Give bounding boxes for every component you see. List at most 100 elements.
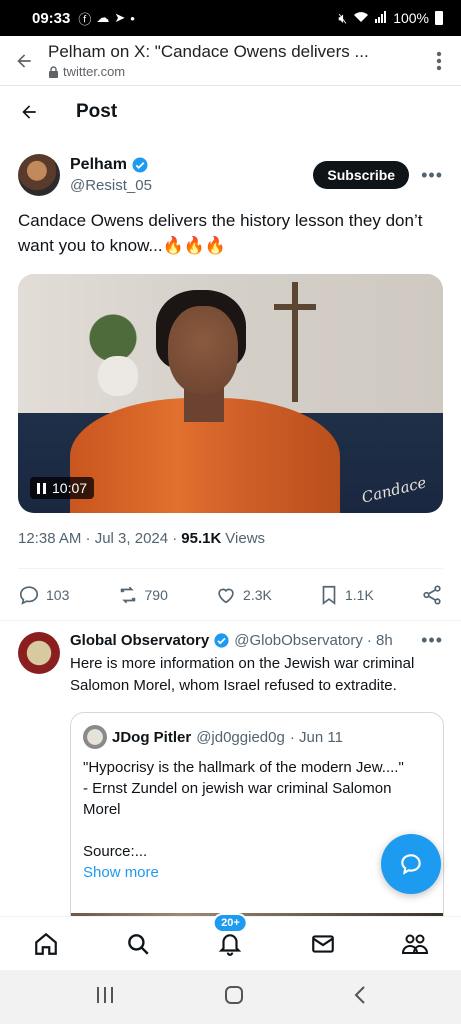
tweet-meta: 12:38 AM · Jul 3, 2024 · 95.1K Views [18,530,443,547]
share-icon [423,585,441,605]
repost-count: 790 [144,587,168,603]
reply-button[interactable]: 103 [18,584,69,606]
share-button[interactable] [421,584,443,606]
reply-time: · 8h [366,632,393,649]
pause-icon [37,482,46,494]
tweet-timestamp[interactable]: 12:38 AM · Jul 3, 2024 · [18,530,177,547]
home-icon [35,932,57,955]
cloud-icon: ☁ [96,10,110,25]
video-person-face [168,306,238,394]
avatar[interactable] [18,632,60,674]
reply-tweet[interactable]: Global Observatory @GlobObservatory · 8h… [18,630,443,697]
status-right: 🔇︎ 100% [338,10,443,27]
facebook-icon: ⓕ [78,11,92,27]
repost-button[interactable]: 790 [117,584,168,606]
chevron-left-icon [354,985,365,1004]
reply-count: 103 [46,587,70,603]
browser-title: Pelham on X: "Candace Owens delivers ... [48,42,369,61]
people-icon [401,934,428,954]
nav-search[interactable] [113,931,163,957]
browser-titles[interactable]: Pelham on X: "Candace Owens delivers ...… [48,42,417,79]
like-button[interactable]: 2.3K [215,584,272,606]
quote-author-handle: @jd0ggied0g [196,728,285,746]
quote-author-name: JDog Pitler [112,728,192,746]
kebab-menu-icon [436,51,442,70]
author-name: Pelham [70,156,127,173]
recent-apps-button[interactable] [95,986,115,1009]
browser-url-text: twitter.com [63,64,126,79]
author-names[interactable]: Pelham @Resist_05 [70,156,313,194]
quote-header: JDog Pitler @jd0ggied0g · Jun 11 [83,725,431,749]
browser-back-button[interactable] [0,36,48,85]
status-time: 09:33 [32,9,71,27]
reply-text: Here is more information on the Jewish w… [70,655,415,694]
views-count: 95.1K [181,530,222,547]
wifi-icon [353,10,369,26]
system-nav-bar [0,970,461,1024]
repost-icon [120,586,135,604]
battery-icon [435,11,443,25]
search-icon [128,933,149,955]
author-handle: @Resist_05 [70,177,152,194]
page-title: Post [76,101,118,122]
quote-time: · Jun 11 [289,728,343,746]
home-system-button[interactable] [224,985,244,1010]
divider [0,620,461,621]
browser-url: twitter.com [48,64,417,79]
views-label: Views [225,530,266,547]
avatar [83,725,107,749]
like-count: 2.3K [243,587,272,603]
nav-messages[interactable] [298,931,348,957]
notification-icons: ⓕ ☁ ➤ • [78,9,134,28]
signal-icon [375,10,387,26]
notifications-badge: 20+ [213,912,248,933]
home-circle-icon [224,985,243,1004]
post-back-button[interactable] [0,102,58,122]
post-header: Post [0,86,461,138]
video-vase [98,356,138,396]
bottom-nav: 20+ [0,912,461,970]
arrow-left-icon [17,53,31,68]
more-options-icon[interactable]: ••• [421,630,443,651]
reply-author-name[interactable]: Global Observatory [70,632,209,649]
dot-icon: • [130,10,135,26]
bookmark-button[interactable]: 1.1K [319,584,374,606]
video-duration-badge[interactable]: 10:07 [30,477,95,499]
telegram-icon: ➤ [114,10,126,25]
nav-communities[interactable] [390,931,440,957]
video-duration: 10:07 [52,480,88,496]
nav-home[interactable] [21,931,71,957]
more-options-icon[interactable]: ••• [421,165,443,186]
subscribe-button[interactable]: Subscribe [313,161,410,189]
browser-bar: Pelham on X: "Candace Owens delivers ...… [0,36,461,86]
tweet-video[interactable]: Candace 10:07 [18,274,443,513]
bookmark-icon [322,585,336,605]
author-name-row: Pelham [70,156,313,174]
back-system-button[interactable] [353,985,367,1010]
video-crucifix [292,282,298,402]
verified-badge-icon [214,633,229,648]
verified-badge-icon [132,157,148,173]
video-crucifix-bar [274,304,316,310]
recent-apps-icon [96,986,113,1003]
tweet-text: Candace Owens delivers the history lesso… [18,211,423,255]
browser-menu-button[interactable] [417,51,461,71]
show-more-link[interactable]: Show more [83,864,431,881]
bell-icon [219,933,242,956]
bookmark-count: 1.1K [345,587,374,603]
nav-notifications[interactable]: 20+ [205,912,255,957]
compose-button[interactable] [381,834,441,894]
heart-icon [218,588,234,604]
reply-author-handle: @GlobObservatory [234,632,363,649]
avatar[interactable] [18,154,60,196]
status-bar: 09:33 ⓕ ☁ ➤ • 🔇︎ 100% [0,0,461,36]
comment-icon [19,586,39,605]
battery-percent: 100% [393,10,429,26]
mute-icon: 🔇︎ [338,9,348,26]
reply-header: Global Observatory @GlobObservatory · 8h… [70,630,443,651]
chat-bubble-icon [401,854,421,875]
quoted-tweet[interactable]: JDog Pitler @jd0ggied0g · Jun 11 "Hypocr… [70,712,444,932]
quote-text: "Hypocrisy is the hallmark of the modern… [83,759,404,860]
divider [18,568,443,569]
mail-icon [311,934,334,953]
